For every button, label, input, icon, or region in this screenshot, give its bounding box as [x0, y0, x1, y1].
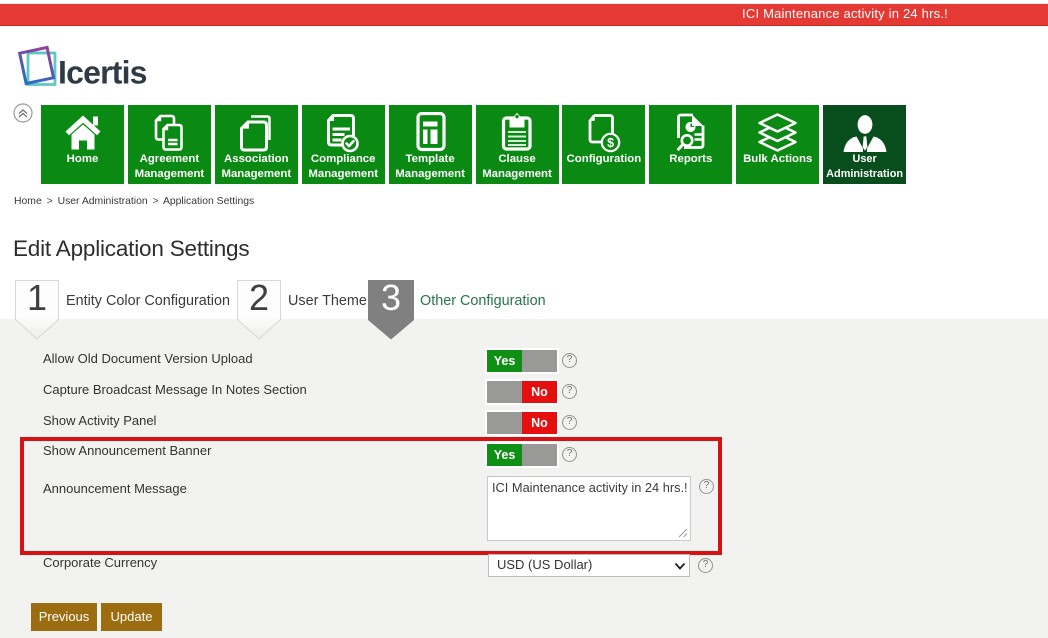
svg-text:Icertis: Icertis [58, 55, 147, 91]
svg-text:$: $ [607, 136, 614, 150]
